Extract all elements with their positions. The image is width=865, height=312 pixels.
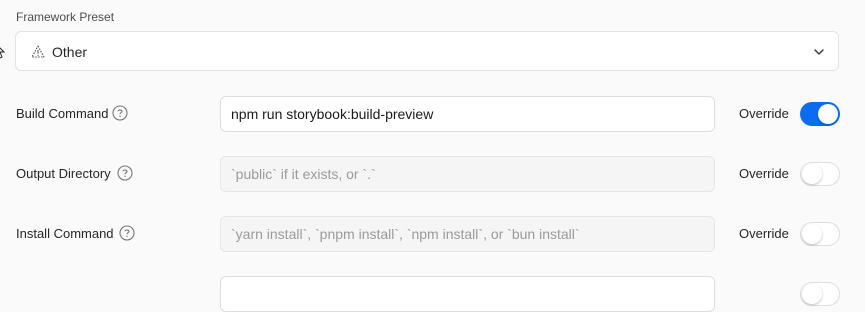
output-directory-label: Output Directory	[16, 166, 111, 181]
output-directory-override-label: Override	[739, 166, 789, 181]
build-command-label: Build Command	[16, 106, 109, 121]
help-icon[interactable]	[117, 165, 133, 181]
build-command-row: Build Command Override	[0, 96, 865, 132]
install-command-row: Install Command Override	[0, 216, 865, 252]
toggle-knob	[802, 164, 822, 184]
install-command-override-label: Override	[739, 226, 789, 241]
output-directory-override-toggle[interactable]	[800, 162, 840, 186]
toggle-knob	[802, 284, 822, 304]
toggle-knob	[802, 224, 822, 244]
framework-preset-value: Other	[52, 44, 88, 60]
next-field-input-partial[interactable]	[220, 276, 715, 312]
chevron-down-icon	[814, 49, 824, 55]
help-icon[interactable]	[112, 105, 128, 121]
install-command-label: Install Command	[16, 226, 114, 241]
install-command-override-toggle[interactable]	[800, 222, 840, 246]
toggle-knob	[818, 104, 838, 124]
help-icon[interactable]	[119, 225, 135, 241]
build-command-override-label: Override	[739, 106, 789, 121]
next-field-row-partial	[0, 276, 865, 312]
mouse-cursor-icon	[0, 47, 6, 59]
build-command-input[interactable]	[220, 96, 715, 132]
output-directory-row: Output Directory Override	[0, 156, 865, 192]
next-field-override-toggle-partial[interactable]	[800, 282, 840, 306]
install-command-input[interactable]	[220, 216, 715, 252]
framework-preset-label: Framework Preset	[16, 10, 115, 24]
output-directory-input[interactable]	[220, 156, 715, 192]
framework-preset-select[interactable]: Other	[15, 31, 839, 71]
warning-triangle-icon	[31, 45, 45, 58]
build-command-override-toggle[interactable]	[800, 102, 840, 126]
